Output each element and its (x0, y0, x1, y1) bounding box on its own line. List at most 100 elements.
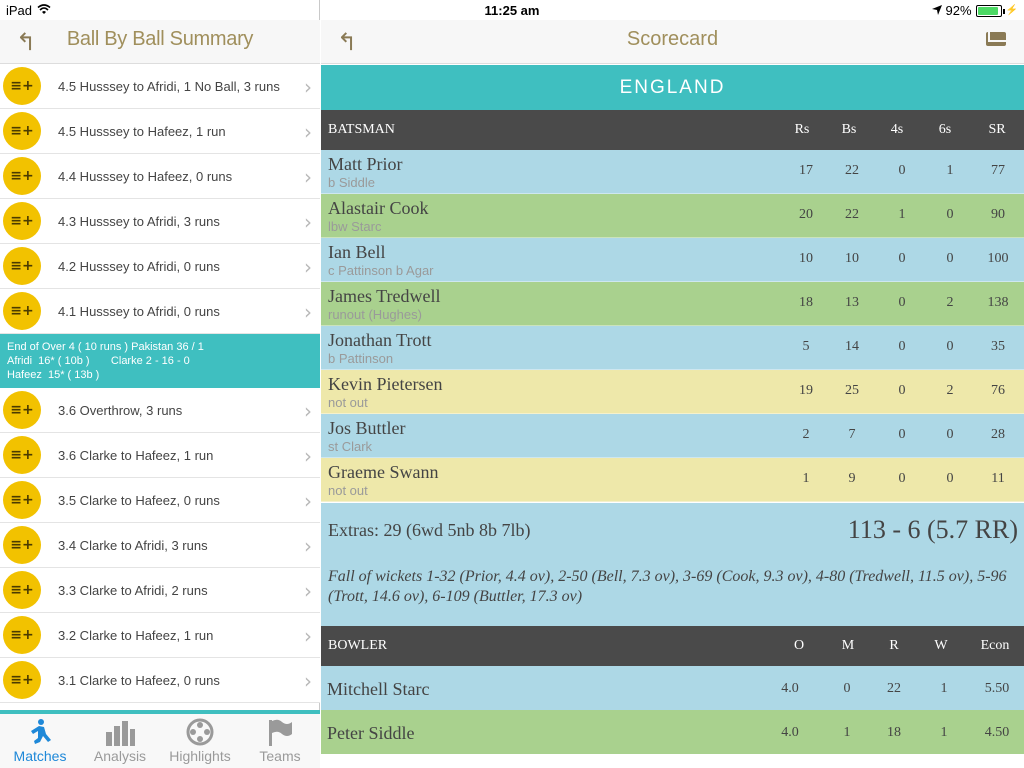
batsman-bs: 10 (845, 251, 859, 266)
ball-row[interactable]: ≡+ 4.2 Husssey to Afridi, 0 runs › (0, 244, 320, 289)
batsman-row[interactable]: Jonathan Trott b Pattinson 5 14 0 0 35 (321, 326, 1024, 370)
ball-event-icon: ≡+ (3, 247, 41, 285)
location-arrow-icon (931, 3, 942, 18)
ball-row[interactable]: ≡+ 3.5 Clarke to Hafeez, 0 runs › (0, 478, 320, 523)
chevron-right-icon: › (304, 165, 312, 189)
ball-row[interactable]: ≡+ 4.5 Husssey to Hafeez, 1 run › (0, 109, 320, 154)
right-nav-bar: ↰ Scorecard (321, 20, 1024, 64)
batsman-fours: 0 (898, 339, 906, 354)
ball-row[interactable]: ≡+ 4.1 Husssey to Afridi, 0 runs › (0, 289, 320, 334)
bowler-r: 22 (887, 681, 901, 696)
chevron-right-icon: › (304, 624, 312, 648)
bowling-table: Mitchell Starc 4.0 0 22 1 5.50 Peter Siddle 4.0… (321, 666, 1024, 754)
ball-row[interactable]: ≡+ 4.3 Husssey to Afridi, 3 runs › (0, 199, 320, 244)
ball-description: 3.3 Clarke to Afridi, 2 runs (58, 582, 208, 598)
bowler-row[interactable]: Peter Siddle 4.0 1 18 1 4.50 (321, 710, 1024, 754)
batting-table: Matt Prior b Siddle 17 22 0 1 77 Alastair Cook l… (321, 150, 1024, 502)
bar-chart-icon (105, 718, 135, 746)
batsman-name: Matt Prior (328, 154, 403, 174)
scorecard-pane: ↰ Scorecard ENGLAND BATSMAN Rs Bs 4s 6s … (321, 0, 1024, 768)
batsman-sr: 76 (991, 383, 1005, 398)
batsman-sr: 138 (987, 295, 1009, 310)
batsman-sr: 35 (991, 339, 1005, 354)
tab-matches[interactable]: Matches (0, 714, 80, 768)
bowler-row[interactable]: Mitchell Starc 4.0 0 22 1 5.50 (321, 666, 1024, 710)
batsman-sr: 28 (991, 427, 1005, 442)
batsman-sixes: 2 (946, 295, 954, 310)
batsman-sr: 90 (991, 207, 1005, 222)
clock: 11:25 am (484, 3, 540, 18)
bowler-o: 4.0 (781, 725, 799, 740)
film-reel-icon (186, 718, 214, 746)
tab-teams[interactable]: Teams (240, 714, 320, 768)
batsman-rs: 5 (802, 339, 810, 354)
ball-event-icon: ≡+ (3, 292, 41, 330)
left-pane-title: Ball By Ball Summary (66, 28, 254, 50)
economy-header: Econ (980, 638, 1010, 653)
bowler-header: BOWLER (328, 638, 388, 653)
bowler-econ: 4.50 (984, 725, 1010, 740)
bowler-name: Peter Siddle (327, 723, 415, 743)
batsman-row[interactable]: Kevin Pietersen not out 19 25 0 2 76 (321, 370, 1024, 414)
ball-row[interactable]: ≡+ 3.2 Clarke to Hafeez, 1 run › (0, 613, 320, 658)
ball-row[interactable]: ≡+ 4.4 Husssey to Hafeez, 0 runs › (0, 154, 320, 199)
bowler-econ: 5.50 (984, 681, 1010, 696)
batsman-row[interactable]: Jos Buttler st Clark 2 7 0 0 28 (321, 414, 1024, 458)
batsman-name: Jos Buttler (328, 418, 406, 438)
ball-list[interactable]: ≡+ 4.5 Husssey to Afridi, 1 No Ball, 3 ru… (0, 64, 320, 710)
batsman-row[interactable]: Graeme Swann not out 1 9 0 0 11 (321, 458, 1024, 502)
batting-header-row: BATSMAN Rs Bs 4s 6s SR (321, 110, 1024, 150)
batsman-row[interactable]: Matt Prior b Siddle 17 22 0 1 77 (321, 150, 1024, 194)
batsman-row[interactable]: Alastair Cook lbw Starc 20 22 1 0 90 (321, 194, 1024, 238)
batsman-bs: 13 (845, 295, 859, 310)
tab-label: Highlights (169, 748, 231, 764)
batsman-rs: 20 (799, 207, 813, 222)
batsman-name: Graeme Swann (328, 462, 439, 482)
ball-row[interactable]: ≡+ 3.1 Clarke to Hafeez, 0 runs › (0, 658, 320, 703)
over-summary-line: Afridi 16* ( 10b ) Clarke 2 - 16 - 0 (7, 355, 190, 367)
ball-row[interactable]: ≡+ 3.6 Overthrow, 3 runs › (0, 388, 320, 433)
batsman-bs: 22 (845, 163, 859, 178)
tab-analysis[interactable]: Analysis (80, 714, 160, 768)
dismissal-text: lbw Starc (328, 219, 382, 234)
dismissal-text: runout (Hughes) (328, 307, 422, 322)
ball-description: 4.5 Husssey to Afridi, 1 No Ball, 3 runs (58, 78, 280, 94)
ball-description: 4.5 Husssey to Hafeez, 1 run (58, 123, 226, 139)
batsman-fours: 0 (898, 471, 906, 486)
fours-header: 4s (890, 122, 904, 137)
batsman-fours: 1 (898, 207, 906, 222)
batsman-sr: 11 (991, 471, 1005, 486)
batsman-rs: 18 (799, 295, 813, 310)
dismissal-text: b Siddle (328, 175, 375, 190)
batsman-row[interactable]: Ian Bell c Pattinson b Agar 10 10 0 0 100 (321, 238, 1024, 282)
batsman-fours: 0 (898, 251, 906, 266)
bowler-m: 1 (843, 725, 851, 740)
ball-row[interactable]: ≡+ 4.5 Husssey to Afridi, 1 No Ball, 3 ru… (0, 64, 320, 109)
batsman-fours: 0 (898, 295, 906, 310)
batsman-rs: 1 (802, 471, 810, 486)
ball-row[interactable]: ≡+ 3.6 Clarke to Hafeez, 1 run › (0, 433, 320, 478)
bowler-m: 0 (843, 681, 851, 696)
ball-row[interactable]: ≡+ 3.4 Clarke to Afridi, 3 runs › (0, 523, 320, 568)
batsman-sixes: 2 (946, 383, 954, 398)
bowler-w: 1 (940, 681, 948, 696)
batsman-name: Kevin Pietersen (328, 374, 443, 394)
ball-row[interactable]: ≡+ 3.3 Clarke to Afridi, 2 runs › (0, 568, 320, 613)
ball-event-icon: ≡+ (3, 202, 41, 240)
ball-description: 4.2 Husssey to Afridi, 0 runs (58, 258, 220, 274)
batsman-row[interactable]: James Tredwell runout (Hughes) 18 13 0 2 138 (321, 282, 1024, 326)
tab-highlights[interactable]: Highlights (160, 714, 240, 768)
runs-header: Rs (794, 122, 810, 137)
batsman-sr: 100 (987, 251, 1009, 266)
dismissal-text: c Pattinson b Agar (328, 263, 434, 278)
runs-conceded-header: R (889, 638, 899, 653)
batsman-name: Jonathan Trott (328, 330, 432, 350)
flag-icon (266, 718, 294, 746)
balls-header: Bs (841, 122, 857, 137)
cricketer-icon (27, 718, 53, 746)
bowler-name: Mitchell Starc (327, 679, 430, 699)
mail-icon[interactable] (986, 32, 1006, 46)
batsman-sixes: 0 (946, 339, 954, 354)
ball-description: 3.1 Clarke to Hafeez, 0 runs (58, 672, 220, 688)
tab-bar: Matches Analysis Highlights Teams (0, 710, 320, 768)
